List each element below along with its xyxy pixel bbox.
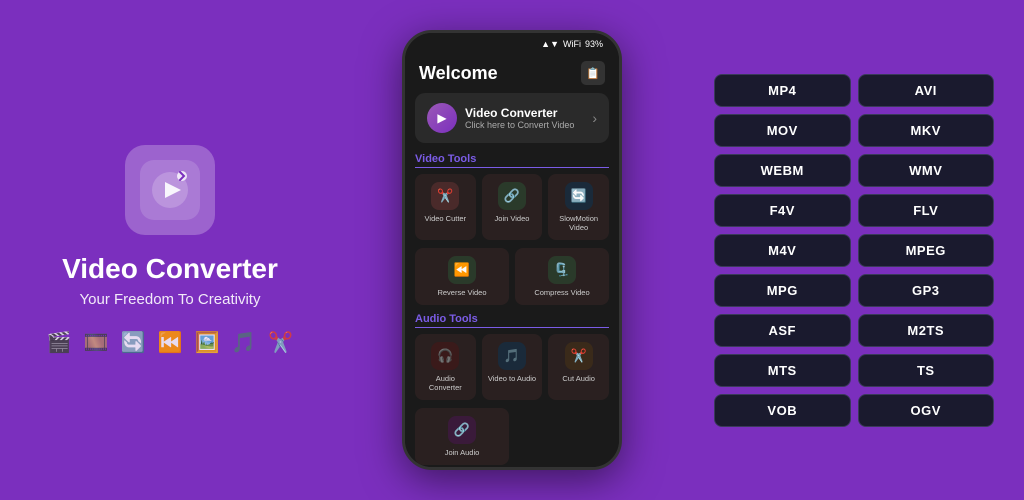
banner-text: Video Converter Click here to Convert Vi… [465,106,574,130]
battery-icon: 93% [585,39,603,49]
feature-icon-3: 🔄 [121,330,146,355]
app-title: Video Converter [62,253,278,285]
converter-banner[interactable]: ▶ Video Converter Click here to Convert … [415,93,609,143]
join-audio-icon: 🔗 [448,416,476,444]
slow-motion-label: SlowMotion Video [552,214,605,232]
banner-subtitle: Click here to Convert Video [465,120,574,130]
compress-video-label: Compress Video [534,288,589,297]
audio-tools-label: Audio Tools [415,313,609,328]
format-btn-ts[interactable]: TS [858,354,995,387]
format-btn-mpg[interactable]: MPG [714,274,851,307]
tool-video-to-audio[interactable]: 🎵 Video to Audio [482,334,543,400]
tool-compress-video[interactable]: 🗜️ Compress Video [515,248,609,305]
tool-join-video[interactable]: 🔗 Join Video [482,174,543,240]
reverse-video-icon: ⏪ [448,256,476,284]
format-btn-mov[interactable]: MOV [714,114,851,147]
format-grid: MP4AVIMOVMKVWEBMWMVF4VFLVM4VMPEGMPGGP3AS… [714,74,994,427]
phone-container: ▲▼ WiFi 93% Welcome 📋 ▶ Video Converter … [352,30,672,470]
format-btn-ogv[interactable]: OGV [858,394,995,427]
format-btn-m4v[interactable]: M4V [714,234,851,267]
app-subtitle: Your Freedom To Creativity [80,291,261,308]
video-to-audio-icon: 🎵 [498,342,526,370]
tool-reverse-video[interactable]: ⏪ Reverse Video [415,248,509,305]
tool-video-cutter[interactable]: ✂️ Video Cutter [415,174,476,240]
status-bar: ▲▼ WiFi 93% [405,33,619,55]
audio-tools-grid-2: 🔗 Join Audio [415,408,609,465]
video-tools-label: Video Tools [415,153,609,168]
tool-cut-audio[interactable]: ✂️ Cut Audio [548,334,609,400]
join-video-icon: 🔗 [498,182,526,210]
feature-icon-1: 🎬 [47,330,72,355]
slow-motion-icon: 🔄 [565,182,593,210]
signal-icon: ▲▼ [541,39,559,49]
format-btn-m2ts[interactable]: M2TS [858,314,995,347]
banner-title: Video Converter [465,106,574,120]
audio-converter-label: Audio Converter [419,374,472,392]
compress-video-icon: 🗜️ [548,256,576,284]
format-btn-mp4[interactable]: MP4 [714,74,851,107]
audio-tools-grid: 🎧 Audio Converter 🎵 Video to Audio ✂️ Cu… [415,334,609,400]
tool-join-audio[interactable]: 🔗 Join Audio [415,408,509,465]
phone-welcome-title: Welcome [419,63,498,84]
tool-audio-converter[interactable]: 🎧 Audio Converter [415,334,476,400]
reverse-video-label: Reverse Video [437,288,486,297]
format-btn-mts[interactable]: MTS [714,354,851,387]
phone-content[interactable]: ▶ Video Converter Click here to Convert … [405,93,619,467]
banner-arrow-icon: › [592,110,597,126]
format-btn-asf[interactable]: ASF [714,314,851,347]
format-btn-gp3[interactable]: GP3 [858,274,995,307]
feature-icon-2: 🎞️ [84,330,109,355]
join-video-label: Join Video [495,214,530,223]
feature-icon-4: ⏮️ [158,330,183,355]
feature-icon-7: ✂️ [268,330,293,355]
video-cutter-icon: ✂️ [431,182,459,210]
format-btn-vob[interactable]: VOB [714,394,851,427]
audio-converter-icon: 🎧 [431,342,459,370]
video-tools-grid: ✂️ Video Cutter 🔗 Join Video 🔄 SlowMotio… [415,174,609,240]
tool-slow-motion[interactable]: 🔄 SlowMotion Video [548,174,609,240]
format-btn-webm[interactable]: WEBM [714,154,851,187]
banner-left: ▶ Video Converter Click here to Convert … [427,103,574,133]
format-btn-mkv[interactable]: MKV [858,114,995,147]
format-btn-wmv[interactable]: WMV [858,154,995,187]
phone-mockup: ▲▼ WiFi 93% Welcome 📋 ▶ Video Converter … [402,30,622,470]
header-action-icon[interactable]: 📋 [581,61,605,85]
phone-header: Welcome 📋 [405,55,619,93]
format-btn-flv[interactable]: FLV [858,194,995,227]
format-btn-mpeg[interactable]: MPEG [858,234,995,267]
app-icon [125,145,215,235]
format-btn-avi[interactable]: AVI [858,74,995,107]
join-audio-label: Join Audio [445,448,480,457]
feature-icons-row: 🎬 🎞️ 🔄 ⏮️ 🖼️ 🎵 ✂️ [47,330,293,355]
wifi-icon: WiFi [563,39,581,49]
video-cutter-label: Video Cutter [425,214,467,223]
format-btn-f4v[interactable]: F4V [714,194,851,227]
feature-icon-5: 🖼️ [194,330,219,355]
status-icons: ▲▼ WiFi 93% [541,39,603,49]
banner-logo: ▶ [427,103,457,133]
video-to-audio-label: Video to Audio [488,374,536,383]
cut-audio-icon: ✂️ [565,342,593,370]
left-section: Video Converter Your Freedom To Creativi… [30,145,310,355]
video-tools-grid-2: ⏪ Reverse Video 🗜️ Compress Video [415,248,609,305]
feature-icon-6: 🎵 [231,330,256,355]
cut-audio-label: Cut Audio [562,374,595,383]
